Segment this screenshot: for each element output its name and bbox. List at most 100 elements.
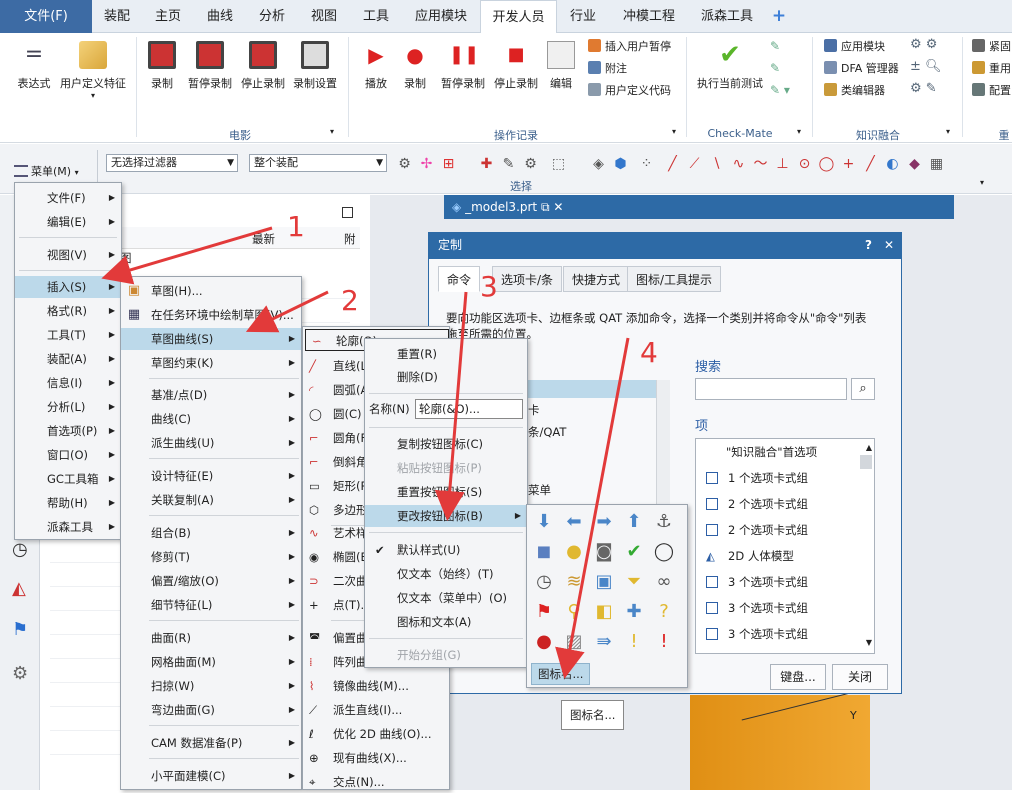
arrow-up-icon[interactable]: ⬆ xyxy=(621,509,647,535)
knowledge-tool-icon[interactable]: ⚙ ✎ xyxy=(910,81,937,96)
tab-curve[interactable]: 曲线 xyxy=(194,0,246,33)
knowledge-tool-icon[interactable]: ⚙ ⚙ xyxy=(910,37,937,52)
app-module-button[interactable]: 应用模块 xyxy=(824,38,885,54)
name-field-input[interactable]: 轮廓(&O)... xyxy=(415,399,523,419)
journal-record-button[interactable]: ● 录制 xyxy=(397,41,433,91)
category-item[interactable]: 卡 xyxy=(528,402,540,418)
menu-item-view[interactable]: 视图(V) ▶ xyxy=(15,244,121,266)
grid-icon[interactable]: ▦ xyxy=(928,156,945,173)
keyboard-button[interactable]: 键盘... xyxy=(770,664,826,690)
menu-item-mirror-curve[interactable]: ⌇ 镜像曲线(M)... xyxy=(303,675,449,697)
assembly-scope-dropdown[interactable]: 整个装配 ▼ xyxy=(249,154,387,172)
menu-item-sketch-task[interactable]: 在任务环境中绘制草图(V)... xyxy=(121,304,301,326)
wave-icon[interactable]: ～ xyxy=(752,156,769,173)
question-icon[interactable]: ? xyxy=(651,599,677,625)
box-icon[interactable]: ◧ xyxy=(591,599,617,625)
run-test-button[interactable]: ✔ 执行当前测试 xyxy=(694,41,766,91)
menu-item-paisen[interactable]: 派森工具 ▶ xyxy=(15,516,121,538)
context-item-icon-and-text[interactable]: 图标和文本(A) xyxy=(365,611,527,633)
spline-icon[interactable]: ∿ xyxy=(730,156,747,173)
menu-item-derived-line[interactable]: ⟋ 派生直线(I)... xyxy=(303,699,449,721)
intersect-icon[interactable]: ⊥ xyxy=(774,156,791,173)
menu-item-insert[interactable]: 插入(S) ▶ xyxy=(15,276,121,298)
clock-icon[interactable]: ◷ xyxy=(531,569,557,595)
chevron-down-icon[interactable]: ▾ xyxy=(672,127,676,136)
expression-button[interactable]: = 表达式 xyxy=(14,41,54,91)
context-item-copy-icon[interactable]: 复制按钮图标(C) xyxy=(365,433,527,455)
menu-item-format[interactable]: 格式(R) ▶ xyxy=(15,300,121,322)
tab-home[interactable]: 主页 xyxy=(142,0,194,33)
checkmate-tool-icon[interactable]: ✎ ▾ xyxy=(770,83,790,97)
magnifier-icon[interactable]: ⚲ xyxy=(561,599,587,625)
selection-filter-dropdown[interactable]: 无选择过滤器 ▼ xyxy=(106,154,238,172)
context-item-text-only-menu[interactable]: 仅文本（菜单中）(O) xyxy=(365,587,527,609)
anchor-icon[interactable]: ⚓ xyxy=(651,509,677,535)
movie-stop-button[interactable]: 停止录制 xyxy=(237,41,289,91)
cube-icon[interactable]: ◼ xyxy=(531,539,557,565)
context-item-default-style[interactable]: ✔ 默认样式(U) xyxy=(365,539,527,561)
menu-item-file[interactable]: 文件(F) ▶ xyxy=(15,187,121,209)
checkmate-tool-icon[interactable]: ✎ xyxy=(770,39,780,53)
clock-icon[interactable]: ◷ xyxy=(12,539,28,560)
image-icon[interactable]: ▨ xyxy=(561,629,587,655)
check-icon[interactable]: ✔ xyxy=(621,539,647,565)
add-tab-icon[interactable]: + xyxy=(765,0,793,33)
menu-item-design-feature[interactable]: 设计特征(E) ▶ xyxy=(121,465,301,487)
fastener-button[interactable]: 紧固 xyxy=(972,38,1011,54)
menu-item-preferences[interactable]: 首选项(P) ▶ xyxy=(15,420,121,442)
menu-item-info[interactable]: 信息(I) ▶ xyxy=(15,372,121,394)
category-selected-row[interactable] xyxy=(526,380,664,398)
tab-die-engineering[interactable]: 冲模工程 xyxy=(609,0,689,33)
menu-item-optimize-2d[interactable]: ℓ 优化 2D 曲线(O)... xyxy=(303,723,449,745)
knowledge-tool-icon[interactable]: ± 🔍︎ xyxy=(910,59,942,74)
tab-tabs-bars[interactable]: 选项卡/条 xyxy=(492,266,563,292)
items-list[interactable]: "知识融合"首选项 1 个选项卡式组 2 个选项卡式组 2 个选项卡式组 ◭ 2D… xyxy=(695,438,875,654)
menu-item-offset-scale[interactable]: 偏置/缩放(O) ▶ xyxy=(121,570,301,592)
circle-point-icon[interactable]: ◯ xyxy=(818,156,835,173)
list-item[interactable]: 2 个选项卡式组 xyxy=(706,519,808,541)
chevron-down-icon[interactable]: ▾ xyxy=(330,127,334,136)
tab-view[interactable]: 视图 xyxy=(298,0,350,33)
list-item[interactable]: 2 个选项卡式组 xyxy=(706,493,808,515)
tab-icons-tooltips[interactable]: 图标/工具提示 xyxy=(627,266,722,292)
insert-pause-button[interactable]: 插入用户暂停 xyxy=(588,38,671,54)
red-ball-icon[interactable]: ● xyxy=(531,629,557,655)
class-editor-button[interactable]: 类编辑器 xyxy=(824,82,885,98)
movie-pause-button[interactable]: 暂停录制 xyxy=(184,41,236,91)
col-latest[interactable]: 最新 xyxy=(252,231,275,247)
scroll-up-icon[interactable]: ▲ xyxy=(866,443,872,452)
context-item-paste-icon[interactable]: 粘贴按钮图标(P) xyxy=(365,457,527,479)
menu-item-assembly[interactable]: 装配(A) ▶ xyxy=(15,348,121,370)
stack-icon[interactable]: ≋ xyxy=(561,569,587,595)
tab-tools[interactable]: 工具 xyxy=(350,0,402,33)
user-code-button[interactable]: 用户定义代码 xyxy=(588,82,671,98)
context-item-reset[interactable]: 重置(R) xyxy=(365,343,527,365)
scroll-down-icon[interactable]: ▼ xyxy=(866,638,872,647)
list-item[interactable]: ◭ 2D 人体模型 xyxy=(706,545,794,567)
tab-developer[interactable]: 开发人员 xyxy=(480,0,557,34)
menu-item-sketch[interactable]: 草图(H)... xyxy=(121,280,301,302)
context-item-start-group[interactable]: 开始分组(G) xyxy=(365,644,527,666)
list-item[interactable]: "知识融合"首选项 xyxy=(726,441,817,463)
funnel-icon[interactable]: ⏷ xyxy=(621,569,647,595)
exclamation-icon[interactable]: ! xyxy=(621,629,647,655)
monitor-icon[interactable]: ▣ xyxy=(591,569,617,595)
part-tab[interactable]: ◈ _model3.prt ⧉ ✕ xyxy=(444,195,954,219)
list-item[interactable]: 1 个选项卡式组 xyxy=(706,467,808,489)
plus-point-icon[interactable]: + xyxy=(840,156,857,173)
chevron-down-icon[interactable]: ▾ xyxy=(946,127,950,136)
menu-item-flange-surface[interactable]: 弯边曲面(G) ▶ xyxy=(121,699,301,721)
menu-item-existing-curve[interactable]: ⊕ 现有曲线(X)... xyxy=(303,747,449,769)
arrow-right-icon[interactable]: ➡ xyxy=(591,509,617,535)
menu-item-sketch-curve[interactable]: 草图曲线(S) ▶ xyxy=(121,328,301,350)
close-icon[interactable]: ✕ xyxy=(884,232,894,259)
context-item-change-icon[interactable]: 更改按钮图标(B) ▶ xyxy=(365,505,527,527)
menu-item-help[interactable]: 帮助(H) ▶ xyxy=(15,492,121,514)
movie-settings-button[interactable]: 录制设置 xyxy=(289,41,341,91)
tab-analysis[interactable]: 分析 xyxy=(246,0,298,33)
help-icon[interactable]: ? xyxy=(865,232,872,259)
arc-icon[interactable]: ∖ xyxy=(708,156,725,173)
sphere-icon[interactable]: ● xyxy=(561,539,587,565)
fan-icon[interactable]: ✢ xyxy=(418,156,435,173)
list-item[interactable]: 3 个选项卡式组 xyxy=(706,623,808,645)
